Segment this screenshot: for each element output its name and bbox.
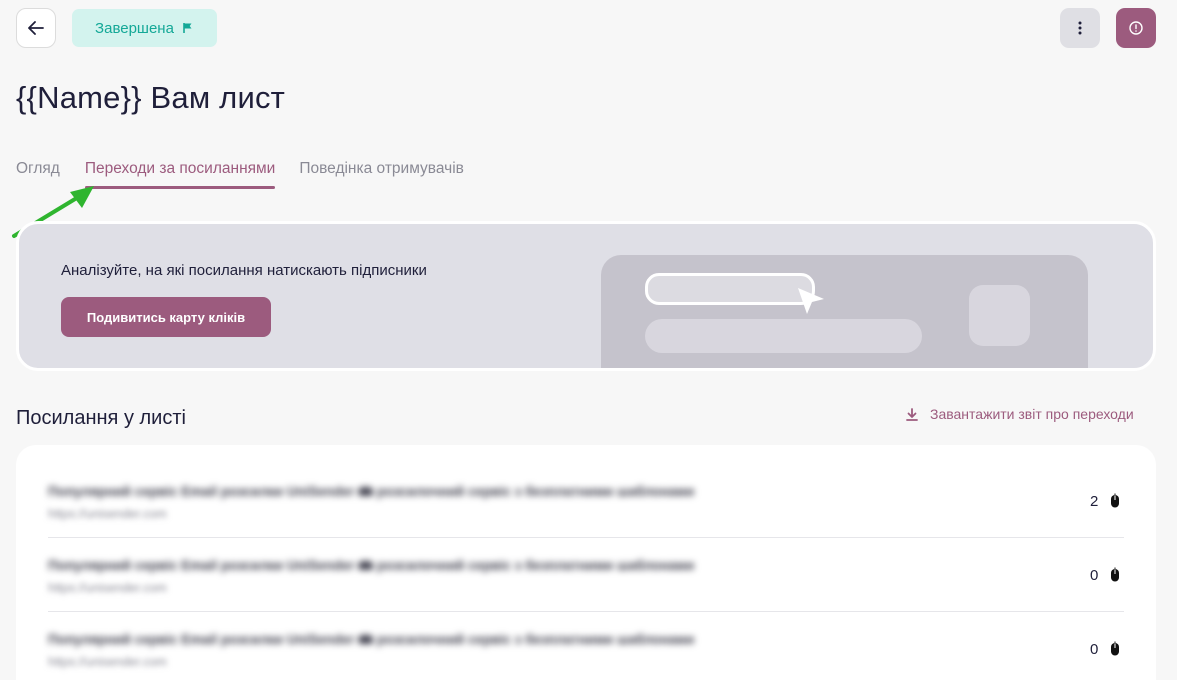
view-click-map-button[interactable]: Подивитись карту кліків <box>61 297 271 337</box>
info-button[interactable] <box>1116 8 1156 48</box>
campaign-report-page: Завершена {{Name}} Вам лист Огляд Перехо… <box>0 0 1177 680</box>
promo-illustration <box>601 255 1088 368</box>
link-title: Популярний сервіс Email розсилки UniSend… <box>48 558 695 573</box>
links-section-title: Посилання у листі <box>16 407 186 429</box>
mouse-icon <box>1111 567 1119 582</box>
list-item[interactable]: Популярний сервіс Email розсилки UniSend… <box>16 612 1156 680</box>
links-list: Популярний сервіс Email розсилки UniSend… <box>16 445 1156 680</box>
link-click-count: 0 <box>1090 567 1099 584</box>
link-title: Популярний сервіс Email розсилки UniSend… <box>48 632 695 647</box>
link-url: https://unisender.com <box>48 507 167 521</box>
page-title: {{Name}} Вам лист <box>16 80 286 115</box>
list-item[interactable]: Популярний сервіс Email розсилки UniSend… <box>16 445 1156 538</box>
download-icon <box>906 407 918 421</box>
link-title: Популярний сервіс Email розсилки UniSend… <box>48 484 695 499</box>
cursor-icon <box>798 288 824 314</box>
arrow-left-icon <box>28 21 44 35</box>
download-report-link[interactable]: Завантажити звіт про переходи <box>906 406 1134 422</box>
status-label: Завершена <box>95 19 174 37</box>
mouse-icon <box>1111 641 1119 656</box>
more-menu-button[interactable] <box>1060 8 1100 48</box>
download-report-label: Завантажити звіт про переходи <box>930 406 1134 422</box>
illustration-field <box>645 273 815 305</box>
flag-icon <box>183 23 192 33</box>
mouse-icon <box>1111 493 1119 508</box>
tab-link-clicks[interactable]: Переходи за посиланнями <box>84 160 276 189</box>
status-badge: Завершена <box>72 9 217 47</box>
illustration-bar <box>645 319 922 353</box>
link-click-count: 0 <box>1090 641 1099 658</box>
link-url: https://unisender.com <box>48 581 167 595</box>
list-item[interactable]: Популярний сервіс Email розсилки UniSend… <box>16 538 1156 612</box>
click-map-promo: Аналізуйте, на які посилання натискають … <box>16 221 1156 371</box>
link-url: https://unisender.com <box>48 655 167 669</box>
info-icon <box>1129 21 1143 35</box>
kebab-menu-icon <box>1078 21 1082 35</box>
promo-text: Аналізуйте, на які посилання натискають … <box>61 262 427 279</box>
link-click-count: 2 <box>1090 493 1099 510</box>
tab-recipient-behavior[interactable]: Поведінка отримувачів <box>299 160 464 188</box>
back-button[interactable] <box>16 8 56 48</box>
illustration-square <box>969 285 1030 346</box>
